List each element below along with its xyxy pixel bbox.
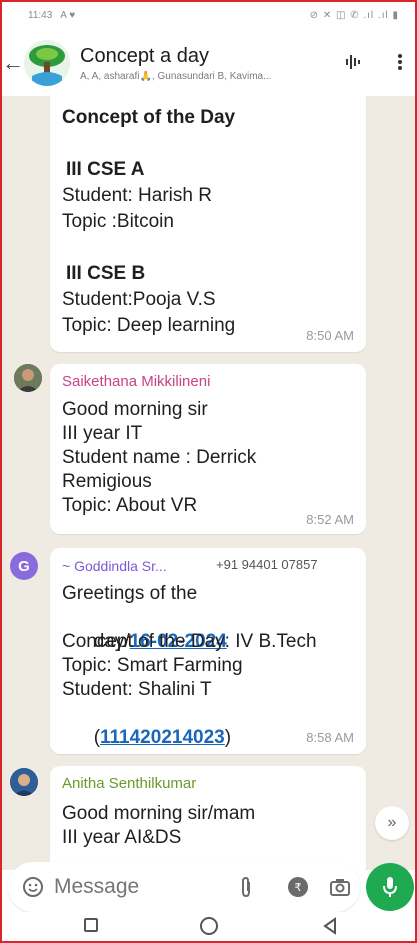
message-line: Topic :Bitcoin [62,211,174,232]
message-line: Student:Pooja V.S [62,289,216,310]
header-info[interactable]: Concept a day A, A, asharafi🙏, Gunasunda… [80,45,330,82]
message-composer[interactable]: ₹ [8,862,360,912]
message-time: 8:58 AM [306,730,354,745]
message-input[interactable] [54,875,204,899]
back-triangle-icon[interactable] [322,917,338,935]
sender-name[interactable]: ~ Goddindla Sr... [62,556,167,576]
status-left-icons: A ♥ [60,9,76,21]
message-line: Greetings of the [62,583,198,604]
message-bubble[interactable]: Concept of the Day III CSE A Student: Ha… [50,96,366,352]
sender-avatar[interactable]: G [10,552,38,580]
message-line: III year AI&DS [62,827,182,848]
message-bubble[interactable]: Saikethana Mikkilineni Good morning sir … [50,364,366,534]
recent-apps-icon[interactable] [84,918,98,932]
back-arrow-icon[interactable]: ← [2,50,24,76]
scroll-down-button[interactable]: » [375,806,409,840]
status-bar: 11:43 A ♥ ⊘ ✕ ◫ ✆ .ıl .ıl ▮ [0,0,417,30]
chat-title: Concept a day [80,44,209,67]
message-line: III year IT [62,423,143,444]
message-line: Student: Harish R [62,185,212,206]
message-line: Good morning sir/mam [62,803,256,824]
message-line: Student name : Derrick [62,447,257,468]
message-line: III CSE A [66,159,145,180]
chat-area[interactable]: Concept of the Day III CSE A Student: Ha… [0,96,417,870]
system-navigation-bar [0,912,417,943]
sender-name[interactable]: Anitha Senthilkumar [62,774,196,794]
svg-text:₹: ₹ [295,882,302,894]
home-icon[interactable] [200,917,218,935]
status-right-icons: ⊘ ✕ ◫ ✆ .ıl .ıl ▮ [309,9,399,21]
message-line: Good morning sir [62,399,208,420]
double-chevron-down-icon: » [387,814,397,831]
more-options-icon[interactable] [386,48,414,76]
tree-logo-icon [24,40,70,86]
camera-icon[interactable] [328,875,352,899]
voice-message-button[interactable] [366,863,414,911]
attach-icon[interactable] [234,875,258,899]
phone-number-link[interactable]: 111420214023 [100,727,225,748]
sender-name[interactable]: Saikethana Mikkilineni [62,372,210,392]
message-line: Student: Shalini T [62,679,212,700]
voice-call-waveform-icon[interactable] [340,48,368,76]
message-line: Concept of the Day [62,107,236,128]
message-line: Concept of the Day: IV B.Tech [62,631,317,652]
message-line: Topic: Smart Farming [62,655,243,676]
avatar-letter: G [18,557,30,575]
message-line: III CSE B [66,263,146,284]
message-line: (111420214023) [62,702,231,774]
message-line: Topic: About VR [62,495,198,516]
message-bubble[interactable]: Anitha Senthilkumar Good morning sir/mam… [50,766,366,870]
message-line-text: ) [224,727,232,748]
sender-phone[interactable]: +91 94401 07857 [216,557,318,572]
status-time: 11:43 [28,9,53,21]
sticker-icon[interactable] [20,874,46,900]
chat-members: A, A, asharafi🙏, Gunasundari B, Kavima..… [80,70,272,82]
group-avatar[interactable] [24,40,70,86]
message-line: Remigious [62,471,152,492]
sender-avatar[interactable] [14,364,42,392]
message-time: 8:50 AM [306,328,354,343]
message-line: Topic: Deep learning [62,315,236,336]
sender-avatar[interactable] [10,768,38,796]
microphone-icon [383,877,397,897]
message-bubble[interactable]: ~ Goddindla Sr... +91 94401 07857 Greeti… [50,548,366,754]
message-time: 8:52 AM [306,512,354,527]
payment-icon[interactable]: ₹ [286,875,310,899]
chat-header: ← Concept a day A, A, asharafi🙏, Gunasun… [0,30,417,96]
